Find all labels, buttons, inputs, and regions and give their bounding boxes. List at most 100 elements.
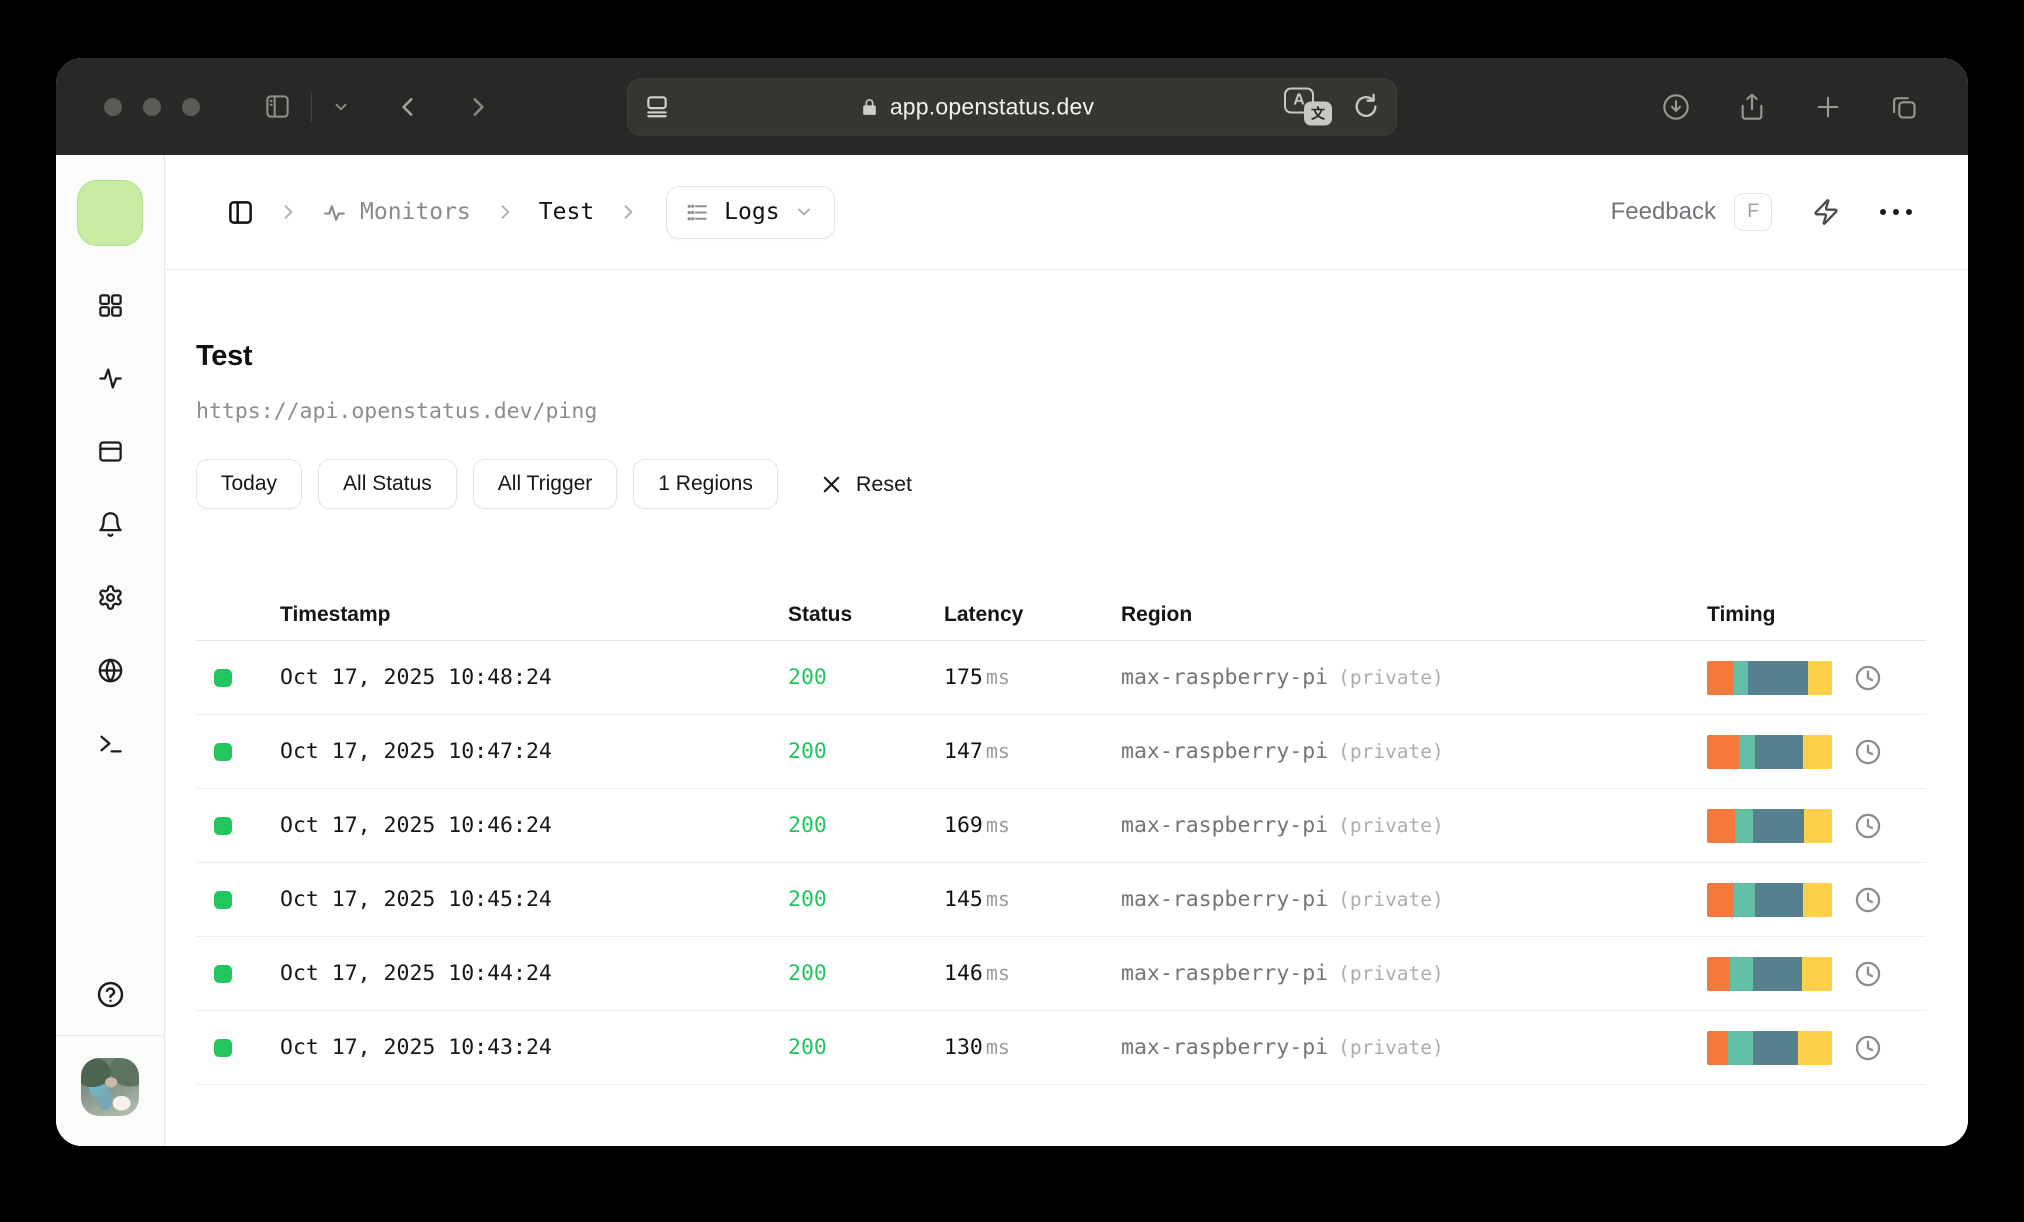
view-selector-label: Logs <box>724 199 780 225</box>
sidebar-divider <box>56 1035 164 1036</box>
cell-timestamp: Oct 17, 2025 10:43:24 <box>280 1035 552 1060</box>
forward-button[interactable] <box>464 94 490 120</box>
filter-status[interactable]: All Status <box>318 459 457 509</box>
table-row[interactable]: Oct 17, 2025 10:45:24 200 145 ms max-rasp… <box>196 863 1926 937</box>
filter-trigger[interactable]: All Trigger <box>472 459 618 509</box>
cell-latency: 147 <box>944 739 983 764</box>
page-content: Test https://api.openstatus.dev/ping Tod… <box>165 270 1968 1146</box>
latency-unit: ms <box>985 813 1010 837</box>
app-header: Monitors Test Logs Feedback F <box>165 155 1968 270</box>
share-icon[interactable] <box>1738 93 1766 121</box>
breadcrumb-monitor-name[interactable]: Test <box>539 199 594 225</box>
timing-bar <box>1707 882 1832 917</box>
reload-icon[interactable] <box>1352 93 1380 121</box>
cell-timestamp: Oct 17, 2025 10:46:24 <box>280 813 552 838</box>
table-row[interactable]: Oct 17, 2025 10:44:24 200 146 ms max-rasp… <box>196 937 1926 1011</box>
clock-icon <box>1854 960 1882 988</box>
cell-status: 200 <box>788 813 827 838</box>
column-header-status: Status <box>788 602 853 626</box>
breadcrumb: Monitors Test Logs <box>227 185 835 239</box>
tab-group-chevron-icon[interactable] <box>332 98 350 116</box>
timing-bar <box>1707 660 1832 695</box>
help-button[interactable] <box>96 980 125 1009</box>
panel-toggle-icon[interactable] <box>227 199 254 226</box>
status-ok-indicator <box>214 816 232 835</box>
column-header-timestamp: Timestamp <box>280 602 391 626</box>
filter-date[interactable]: Today <box>196 459 303 509</box>
cell-region-note: (private) <box>1338 962 1444 985</box>
table-row[interactable]: Oct 17, 2025 10:43:24 200 130 ms max-rasp… <box>196 1011 1926 1085</box>
sidebar-item-notifications[interactable] <box>97 511 124 538</box>
workspace-logo[interactable] <box>77 180 143 246</box>
more-options-button[interactable] <box>1880 209 1912 215</box>
address-text: app.openstatus.dev <box>889 93 1095 119</box>
cell-region: max-raspberry-pi <box>1121 665 1329 690</box>
address-bar[interactable]: app.openstatus.dev A 文 <box>627 78 1397 135</box>
cell-timestamp: Oct 17, 2025 10:44:24 <box>280 961 552 986</box>
user-avatar[interactable] <box>81 1058 139 1116</box>
column-header-latency: Latency <box>944 602 1024 626</box>
clock-icon <box>1854 664 1882 692</box>
browser-titlebar: app.openstatus.dev A 文 <box>56 58 1968 155</box>
cell-region: max-raspberry-pi <box>1121 961 1329 986</box>
tab-overview-icon[interactable] <box>1890 93 1918 121</box>
monitor-endpoint-url: https://api.openstatus.dev/ping <box>196 399 598 424</box>
app-sidebar <box>56 155 165 1146</box>
cell-timestamp: Oct 17, 2025 10:47:24 <box>280 739 552 764</box>
chevron-down-icon <box>794 202 814 222</box>
latency-unit: ms <box>985 665 1010 689</box>
sidebar-item-dashboard[interactable] <box>97 292 124 319</box>
cell-status: 200 <box>788 665 827 690</box>
translate-icon[interactable]: A 文 <box>1284 87 1332 126</box>
reset-filters-button[interactable]: Reset <box>820 472 912 497</box>
filter-regions[interactable]: 1 Regions <box>633 459 778 509</box>
timing-bar <box>1707 808 1832 843</box>
sidebar-item-monitors[interactable] <box>97 365 124 392</box>
sidebar-item-status-pages[interactable] <box>97 438 124 465</box>
cell-latency: 145 <box>944 887 983 912</box>
minimize-window-button[interactable] <box>143 97 161 116</box>
downloads-icon[interactable] <box>1662 93 1690 121</box>
table-row[interactable]: Oct 17, 2025 10:46:24 200 169 ms max-rasp… <box>196 789 1926 863</box>
cell-region: max-raspberry-pi <box>1121 813 1329 838</box>
latency-unit: ms <box>985 961 1010 985</box>
clock-icon <box>1854 886 1882 914</box>
cell-latency: 130 <box>944 1035 983 1060</box>
back-button[interactable] <box>396 94 422 120</box>
view-selector-logs[interactable]: Logs <box>666 185 835 239</box>
chevron-right-icon <box>278 202 298 222</box>
clock-icon <box>1854 812 1882 840</box>
titlebar-separator <box>311 91 312 122</box>
clock-icon <box>1854 1034 1882 1062</box>
lock-icon <box>860 97 879 116</box>
column-header-region: Region <box>1121 602 1193 626</box>
logs-table: Timestamp Status Latency Region Timing O… <box>196 589 1926 1085</box>
page-menu-icon[interactable] <box>644 94 670 120</box>
filter-bar: Today All Status All Trigger 1 Regions R… <box>196 459 1968 509</box>
sidebar-item-domains[interactable] <box>97 657 124 684</box>
timing-bar <box>1707 956 1832 991</box>
sidebar-item-settings[interactable] <box>97 584 124 611</box>
cell-region-note: (private) <box>1338 814 1444 837</box>
new-tab-icon[interactable] <box>1814 93 1842 121</box>
clock-icon <box>1854 738 1882 766</box>
feedback-button[interactable]: Feedback F <box>1611 193 1772 231</box>
cell-timestamp: Oct 17, 2025 10:48:24 <box>280 665 552 690</box>
table-row[interactable]: Oct 17, 2025 10:47:24 200 147 ms max-rasp… <box>196 715 1926 789</box>
latency-unit: ms <box>985 739 1010 763</box>
zap-icon[interactable] <box>1812 198 1840 226</box>
feedback-label: Feedback <box>1610 198 1716 225</box>
sidebar-toggle-icon[interactable] <box>264 93 291 120</box>
table-row[interactable]: Oct 17, 2025 10:48:24 200 175 ms max-rasp… <box>196 641 1926 715</box>
list-icon <box>685 200 710 225</box>
cell-region-note: (private) <box>1338 666 1444 689</box>
status-ok-indicator <box>214 742 232 761</box>
latency-unit: ms <box>985 1035 1010 1059</box>
timing-bar <box>1707 1030 1832 1065</box>
column-header-timing: Timing <box>1707 602 1776 626</box>
sidebar-item-cli[interactable] <box>97 730 124 757</box>
cell-latency: 146 <box>944 961 983 986</box>
close-window-button[interactable] <box>104 97 122 116</box>
zoom-window-button[interactable] <box>182 97 200 116</box>
breadcrumb-monitors[interactable]: Monitors <box>322 199 471 225</box>
